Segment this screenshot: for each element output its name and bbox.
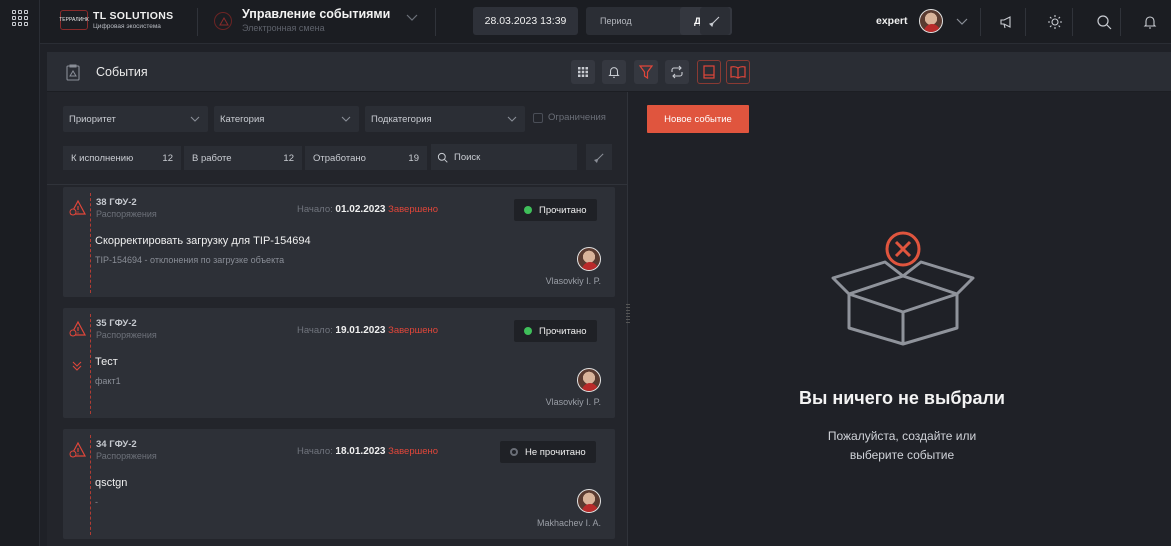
chevron-down-icon bbox=[341, 116, 351, 122]
event-detail-panel: Новое событие Вы ничего не выбрали Пожал… bbox=[633, 92, 1171, 546]
search-icon[interactable] bbox=[1094, 12, 1114, 32]
filter-icon bbox=[639, 65, 653, 79]
megaphone-icon[interactable] bbox=[997, 12, 1017, 32]
book-icon bbox=[730, 66, 746, 79]
sun-icon[interactable] bbox=[1045, 12, 1065, 32]
brush-icon bbox=[709, 16, 720, 27]
brush-icon bbox=[593, 152, 604, 163]
event-description: TIP-154694 - отклонения по загрузке объе… bbox=[95, 255, 285, 265]
category-select[interactable]: Категория bbox=[214, 106, 359, 132]
document-icon bbox=[703, 65, 715, 79]
author-avatar bbox=[577, 368, 601, 392]
left-rail bbox=[0, 0, 40, 546]
event-card[interactable]: 38 ГФУ-2 Распоряжения Начало: 01.02.2023… bbox=[63, 187, 615, 297]
double-chevron-down-icon[interactable] bbox=[71, 360, 83, 375]
logo: ТЕРРАЛИНК bbox=[59, 10, 89, 30]
check-icon bbox=[524, 327, 532, 335]
alert-icon bbox=[69, 199, 87, 220]
read-status-badge[interactable]: Прочитано bbox=[514, 320, 597, 342]
module-subtitle: Электронная смена bbox=[242, 23, 325, 33]
bell-icon[interactable] bbox=[1140, 12, 1160, 32]
event-author: Vlasovkiy I. P. bbox=[545, 397, 601, 407]
chevron-down-icon bbox=[190, 116, 200, 122]
document-button[interactable] bbox=[697, 60, 721, 84]
event-description: - bbox=[95, 497, 98, 507]
alert-icon bbox=[69, 320, 87, 341]
priority-select[interactable]: Приоритет bbox=[63, 106, 208, 132]
author-avatar bbox=[577, 489, 601, 513]
period-button[interactable]: Период bbox=[600, 16, 632, 26]
read-status-badge[interactable]: Прочитано bbox=[514, 199, 597, 221]
repeat-icon bbox=[671, 65, 683, 79]
limits-checkbox[interactable]: Ограничения bbox=[533, 112, 606, 123]
chevron-down-icon[interactable] bbox=[406, 14, 418, 25]
datetime-display[interactable]: 28.03.2023 13:39 bbox=[473, 7, 578, 35]
chevron-down-icon[interactable] bbox=[956, 18, 968, 29]
event-title: Тест bbox=[95, 356, 118, 368]
apps-grid-icon[interactable] bbox=[12, 10, 28, 26]
panel-resize-handle[interactable] bbox=[626, 302, 632, 330]
alert-icon bbox=[69, 441, 87, 462]
empty-state-title: Вы ничего не выбрали bbox=[799, 388, 1005, 408]
event-author: Vlasovkiy I. P. bbox=[545, 276, 601, 286]
unread-icon bbox=[510, 448, 518, 456]
clipboard-alert-icon bbox=[64, 63, 82, 84]
search-input[interactable]: Поиск bbox=[431, 144, 577, 170]
page-title: События bbox=[96, 65, 148, 79]
events-header: События bbox=[47, 52, 1171, 92]
notifications-button[interactable] bbox=[602, 60, 626, 84]
grid-view-button[interactable] bbox=[571, 60, 595, 84]
empty-state-subtitle: Пожалуйста, создайте или выберите событи… bbox=[827, 429, 977, 462]
filter-button[interactable] bbox=[634, 60, 658, 84]
event-title: Скорректировать загрузку для TIP-154694 bbox=[95, 235, 311, 247]
event-title: qsctgn bbox=[95, 477, 128, 489]
event-start: Начало: 01.02.2023 Завершено bbox=[297, 204, 439, 215]
brand-name: TL SOLUTIONS bbox=[93, 10, 174, 22]
new-event-button[interactable]: Новое событие bbox=[647, 105, 749, 133]
module-title[interactable]: Управление событиями bbox=[242, 7, 390, 21]
counter-to-do[interactable]: К исполнению 12 bbox=[63, 146, 181, 170]
book-button[interactable] bbox=[726, 60, 750, 84]
grid-icon bbox=[578, 67, 588, 77]
empty-box-icon bbox=[823, 224, 983, 357]
repeat-button[interactable] bbox=[665, 60, 689, 84]
events-list-panel: Приоритет Категория Подкатегория Огранич… bbox=[47, 92, 628, 546]
event-card[interactable]: 35 ГФУ-2 Распоряжения Начало: 19.01.2023… bbox=[63, 308, 615, 418]
subcategory-select[interactable]: Подкатегория bbox=[365, 106, 525, 132]
check-icon bbox=[524, 206, 532, 214]
search-icon bbox=[437, 152, 448, 163]
event-start: Начало: 18.01.2023 Завершено bbox=[297, 446, 439, 457]
clear-filters-button[interactable] bbox=[586, 144, 612, 170]
bell-icon bbox=[608, 67, 620, 78]
read-status-badge[interactable]: Не прочитано bbox=[500, 441, 596, 463]
event-author: Makhachev I. A. bbox=[536, 518, 601, 528]
author-avatar bbox=[577, 247, 601, 271]
brand-subtitle: Цифровая экосистема bbox=[93, 23, 161, 30]
checkbox-box[interactable] bbox=[533, 112, 543, 123]
event-description: факт1 bbox=[95, 376, 121, 386]
user-avatar[interactable] bbox=[919, 9, 943, 33]
counter-done[interactable]: Отработано 19 bbox=[305, 146, 427, 170]
event-start: Начало: 19.01.2023 Завершено bbox=[297, 325, 439, 336]
top-bar: ТЕРРАЛИНК TL SOLUTIONS Цифровая экосисте… bbox=[40, 0, 1171, 44]
module-icon bbox=[214, 12, 232, 30]
user-name[interactable]: expert bbox=[876, 15, 908, 27]
clear-brush-button[interactable] bbox=[700, 7, 730, 35]
event-card[interactable]: 34 ГФУ-2 Распоряжения Начало: 18.01.2023… bbox=[63, 429, 615, 539]
chevron-down-icon bbox=[507, 116, 517, 122]
counter-in-progress[interactable]: В работе 12 bbox=[184, 146, 302, 170]
